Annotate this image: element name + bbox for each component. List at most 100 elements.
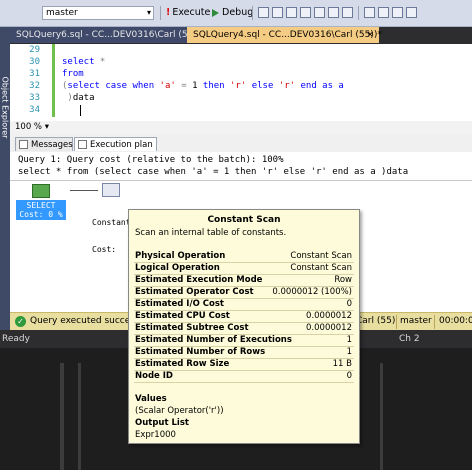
success-icon: ✓ bbox=[15, 316, 26, 327]
tooltip-row: Node ID 0 bbox=[134, 371, 354, 383]
code-line-33: )data bbox=[62, 93, 94, 103]
query-designer-icon[interactable] bbox=[300, 7, 311, 18]
query-text-header: select * from (select case when 'a' = 1 … bbox=[18, 167, 409, 177]
tooltip-value: 1 bbox=[346, 347, 352, 357]
comment-icon[interactable] bbox=[364, 7, 375, 18]
dropdown-arrow-icon: ▾ bbox=[44, 122, 49, 132]
code-token: end as a bbox=[295, 81, 344, 91]
results-text-icon[interactable] bbox=[314, 7, 325, 18]
plan-arrow bbox=[70, 190, 98, 191]
tooltip-row: Estimated CPU Cost 0.0000012 bbox=[134, 311, 354, 323]
status-connection: Carl (55) bbox=[356, 316, 396, 326]
execute-button[interactable]: ! Execute bbox=[166, 5, 210, 21]
zoom-bar: 100 % ▾ bbox=[10, 121, 472, 135]
results-file-icon[interactable] bbox=[342, 7, 353, 18]
change-indicator-bar bbox=[52, 44, 55, 117]
tooltip-value: Row bbox=[334, 275, 352, 285]
code-token: select case when bbox=[67, 81, 160, 91]
object-explorer-strip[interactable]: Object Explorer bbox=[0, 27, 10, 335]
tooltip-value: 1 bbox=[346, 335, 352, 345]
tooltip-row: Estimated Execution Mode Row bbox=[134, 275, 354, 287]
sql-editor[interactable]: 29 30 31 32 33 34 select * from (select … bbox=[10, 44, 472, 121]
debug-label: Debug bbox=[222, 7, 254, 18]
tab-sqlquery4[interactable]: SQLQuery4.sql - CC...DEV0316\Carl (55))*… bbox=[187, 27, 382, 43]
tooltip-key: Estimated Operator Cost bbox=[135, 287, 254, 297]
code-line-32: (select case when 'a' = 1 then 'r' else … bbox=[62, 81, 344, 91]
tooltip-row: Estimated Number of Rows 1 bbox=[134, 347, 354, 359]
tooltip-values-heading: Values bbox=[135, 394, 167, 404]
tab-execution-plan[interactable]: Execution plan bbox=[74, 137, 157, 151]
tooltip-key: Physical Operation bbox=[135, 251, 226, 261]
increase-indent-icon[interactable] bbox=[406, 7, 417, 18]
stop-icon[interactable] bbox=[258, 7, 269, 18]
text-caret bbox=[80, 105, 81, 116]
line-number: 31 bbox=[29, 69, 40, 79]
select-plan-node[interactable]: SELECT Cost: 0 % bbox=[16, 183, 66, 223]
document-tab-bar: SQLQuery6.sql - CC...DEV0316\Carl (52))*… bbox=[10, 27, 472, 44]
line-number: 29 bbox=[29, 45, 40, 55]
toolbar: master ▾ ! Execute Debug bbox=[0, 0, 472, 27]
tooltip-row: Estimated Subtree Cost 0.0000012 bbox=[134, 323, 354, 335]
constant-scan-icon bbox=[102, 183, 120, 197]
tooltip-row: Estimated Operator Cost 0.0000012 (100%) bbox=[134, 287, 354, 299]
line-number: 34 bbox=[29, 105, 40, 115]
toolbar-separator bbox=[160, 6, 161, 20]
zoom-value: 100 % bbox=[15, 122, 43, 132]
code-token: 1 bbox=[192, 81, 203, 91]
operator-tooltip: Constant Scan Scan an internal table of … bbox=[128, 209, 360, 444]
tooltip-value: 0 bbox=[346, 299, 352, 309]
messages-icon bbox=[19, 140, 28, 149]
execute-label: Execute bbox=[172, 7, 211, 18]
tooltip-values: (Scalar Operator('r')) bbox=[135, 406, 224, 416]
debug-button[interactable]: Debug bbox=[212, 5, 253, 21]
decrease-indent-icon[interactable] bbox=[392, 7, 403, 18]
code-token: select bbox=[62, 57, 95, 67]
status-elapsed-time: 00:00:00 bbox=[439, 316, 472, 326]
tooltip-key: Estimated Execution Mode bbox=[135, 275, 263, 285]
tooltip-key: Estimated CPU Cost bbox=[135, 311, 230, 321]
tab-label: Messages bbox=[31, 140, 73, 150]
results-grid-icon[interactable] bbox=[328, 7, 339, 18]
line-number: 30 bbox=[29, 57, 40, 67]
display-plan-icon[interactable] bbox=[286, 7, 297, 18]
tooltip-row: Estimated Number of Executions 1 bbox=[134, 335, 354, 347]
tab-close-icon[interactable]: × bbox=[366, 27, 374, 43]
database-select-value: master bbox=[46, 8, 78, 18]
tab-messages[interactable]: Messages bbox=[15, 137, 73, 151]
tab-sqlquery6[interactable]: SQLQuery6.sql - CC...DEV0316\Carl (52))* bbox=[10, 27, 205, 43]
database-select[interactable]: master ▾ bbox=[42, 6, 154, 20]
tooltip-key: Estimated Subtree Cost bbox=[135, 323, 249, 333]
tooltip-value: 0.0000012 bbox=[306, 323, 352, 333]
tooltip-title: Constant Scan bbox=[207, 215, 281, 225]
tooltip-output-heading: Output List bbox=[135, 418, 189, 428]
status-separator bbox=[434, 315, 435, 329]
tooltip-output: Expr1000 bbox=[135, 430, 176, 440]
tooltip-key: Estimated I/O Cost bbox=[135, 299, 224, 309]
code-token: 'r' bbox=[278, 81, 296, 91]
code-line-31: from bbox=[62, 69, 84, 79]
code-token: * bbox=[94, 57, 106, 67]
query-cost-header: Query 1: Query cost (relative to the bat… bbox=[18, 155, 284, 165]
select-operator-icon bbox=[32, 184, 50, 198]
dropdown-arrow-icon: ▾ bbox=[146, 8, 151, 17]
tooltip-row: Estimated Row Size 11 B bbox=[134, 359, 354, 371]
code-token: 'a' bbox=[159, 81, 176, 91]
code-token: 'r' bbox=[230, 81, 247, 91]
tooltip-row: Logical Operation Constant Scan bbox=[134, 263, 354, 275]
tab-label: SQLQuery6.sql - CC...DEV0316\Carl (52))* bbox=[16, 30, 205, 40]
code-token: = bbox=[175, 81, 193, 91]
code-token: ) bbox=[62, 93, 73, 103]
decorative-bar bbox=[380, 363, 383, 470]
code-token: from bbox=[62, 69, 84, 79]
status-separator bbox=[396, 315, 397, 329]
zoom-select[interactable]: 100 % ▾ bbox=[15, 122, 49, 132]
divider bbox=[10, 180, 472, 181]
tooltip-value: 11 B bbox=[332, 359, 352, 369]
tab-label: SQLQuery4.sql - CC...DEV0316\Carl (55))* bbox=[193, 30, 382, 40]
uncomment-icon[interactable] bbox=[378, 7, 389, 18]
tooltip-key: Logical Operation bbox=[135, 263, 220, 273]
tooltip-value: 0.0000012 (100%) bbox=[272, 287, 352, 297]
ready-label: Ready bbox=[2, 334, 30, 344]
tooltip-key: Estimated Number of Executions bbox=[135, 335, 292, 345]
parse-icon[interactable] bbox=[272, 7, 283, 18]
